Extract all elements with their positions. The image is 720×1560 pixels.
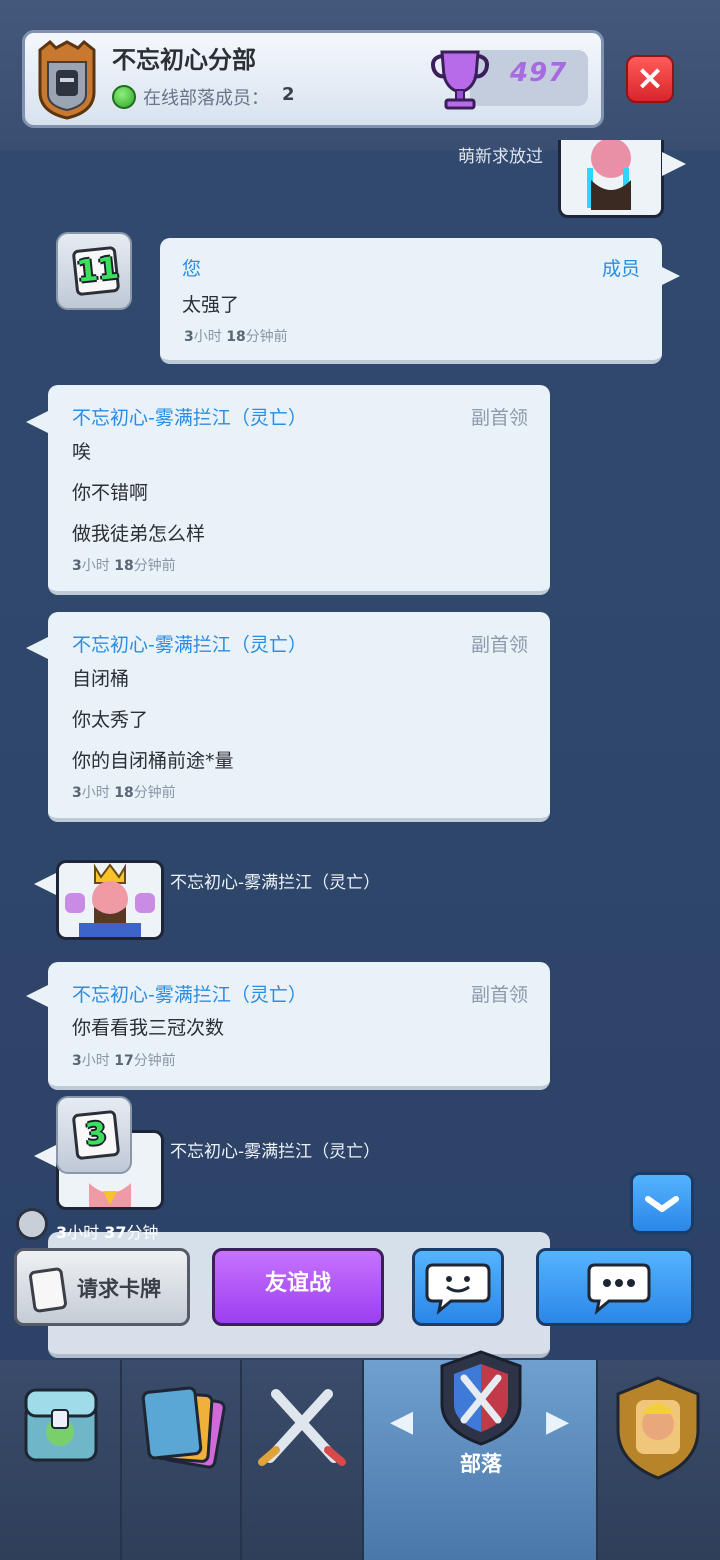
trophy-count: 497: [510, 58, 568, 88]
message-role: 成员: [601, 258, 640, 280]
chat-message-bubble: 不忘初心-雾满拦江（灵亡） 副首领 自闭桶 你太秀了 你的自闭桶前途*量 3小时…: [48, 612, 550, 822]
nav-right-arrow-icon: ▶: [546, 1404, 570, 1439]
online-status-icon: [112, 85, 136, 109]
card-level-badge: 3: [56, 1096, 132, 1174]
message-role: 副首领: [470, 407, 528, 429]
message-time: 3小时 18分钟前: [184, 329, 288, 345]
crying-emote: [558, 138, 664, 218]
friendly-battle-button[interactable]: 友谊战: [212, 1248, 384, 1326]
request-cards-button[interactable]: 请求卡牌: [14, 1248, 190, 1326]
clan-name: 不忘初心分部: [112, 46, 256, 74]
trophy-icon: [431, 50, 489, 110]
close-icon: ×: [635, 58, 665, 98]
message-sender: 不忘初心-雾满拦江（灵亡）: [72, 634, 307, 656]
message-text: 你太秀了: [72, 709, 149, 731]
message-sender: 您: [182, 258, 202, 280]
chat-bubble-icon: [587, 1263, 651, 1315]
battle-icon: [258, 1389, 346, 1466]
chat-message-bubble: 不忘初心-雾满拦江（灵亡） 副首领 唉 你不错啊 做我徒弟怎么样 3小时 18分…: [48, 385, 550, 595]
scroll-down-button[interactable]: [630, 1172, 694, 1234]
emote-sender: 不忘初心-雾满拦江（灵亡）: [170, 873, 381, 893]
message-text: 自闭桶: [72, 668, 130, 690]
partial-emote-label: 萌新求放过: [458, 147, 543, 167]
cards-icon: [141, 1386, 226, 1469]
clan-badge-icon: [38, 40, 96, 120]
chat-button[interactable]: [536, 1248, 694, 1326]
nav-tab-events[interactable]: [598, 1360, 720, 1560]
message-text: 唉: [72, 441, 92, 463]
chevron-down-icon: [645, 1196, 679, 1212]
card-level-badge: 11: [56, 232, 132, 310]
emote-button[interactable]: [412, 1248, 504, 1326]
message-text: 你看看我三冠次数: [72, 1017, 225, 1039]
message-text: 太强了: [182, 294, 240, 316]
message-text: 你的自闭桶前途*量: [72, 750, 234, 772]
nav-left-arrow-icon: ◀: [390, 1404, 414, 1439]
emote-tail: [34, 872, 58, 896]
message-role: 副首领: [470, 634, 528, 656]
emote-tail: [662, 152, 686, 176]
emote-sender: 不忘初心-雾满拦江（灵亡）: [170, 1142, 381, 1162]
chat-message-bubble: 不忘初心-雾满拦江（灵亡） 副首领 你看看我三冠次数 3小时 17分钟前: [48, 962, 550, 1090]
nav-tab-shop[interactable]: [0, 1360, 122, 1560]
message-role: 副首领: [470, 984, 528, 1006]
message-text: 你不错啊: [72, 482, 149, 504]
card-icon: [28, 1266, 68, 1314]
my-message-bubble: 您 成员 太强了 3小时 18分钟前: [160, 238, 662, 364]
bubble-tail: [26, 984, 50, 1008]
message-text: 做我徒弟怎么样: [72, 523, 206, 545]
clock-icon: [16, 1208, 48, 1240]
friendly-battle-label: 友谊战: [264, 1271, 331, 1296]
nav-tab-clan[interactable]: ◀ ▶ 部落: [364, 1350, 598, 1560]
clan-icon: [440, 1350, 522, 1446]
request-timer: 3小时 37分钟: [56, 1223, 159, 1242]
message-time: 3小时 18分钟前: [72, 558, 176, 574]
request-cards-label: 请求卡牌: [77, 1277, 161, 1301]
crying-king-icon: [587, 138, 631, 210]
online-members-count: 2: [282, 84, 295, 105]
bubble-tail: [26, 636, 50, 660]
close-button[interactable]: ×: [626, 55, 674, 103]
bubble-tail: [26, 410, 50, 434]
nav-tab-clan-label: 部落: [460, 1452, 502, 1476]
card-level: 3: [71, 1109, 121, 1161]
nav-tab-cards[interactable]: [122, 1360, 242, 1560]
online-members-label: 在线部落成员：: [143, 88, 269, 109]
events-icon: [616, 1376, 700, 1480]
smiley-chat-icon: [425, 1263, 491, 1315]
message-time: 3小时 17分钟前: [72, 1053, 176, 1069]
card-level: 11: [71, 245, 120, 297]
message-sender: 不忘初心-雾满拦江（灵亡）: [72, 984, 307, 1006]
thumbs-up-emote: [56, 860, 164, 940]
message-time: 3小时 18分钟前: [72, 785, 176, 801]
shop-icon: [24, 1388, 98, 1462]
emote-tail: [34, 1144, 58, 1168]
nav-tab-battle[interactable]: [242, 1360, 364, 1560]
king-thumbs-up-icon: [65, 863, 155, 937]
message-sender: 不忘初心-雾满拦江（灵亡）: [72, 407, 307, 429]
